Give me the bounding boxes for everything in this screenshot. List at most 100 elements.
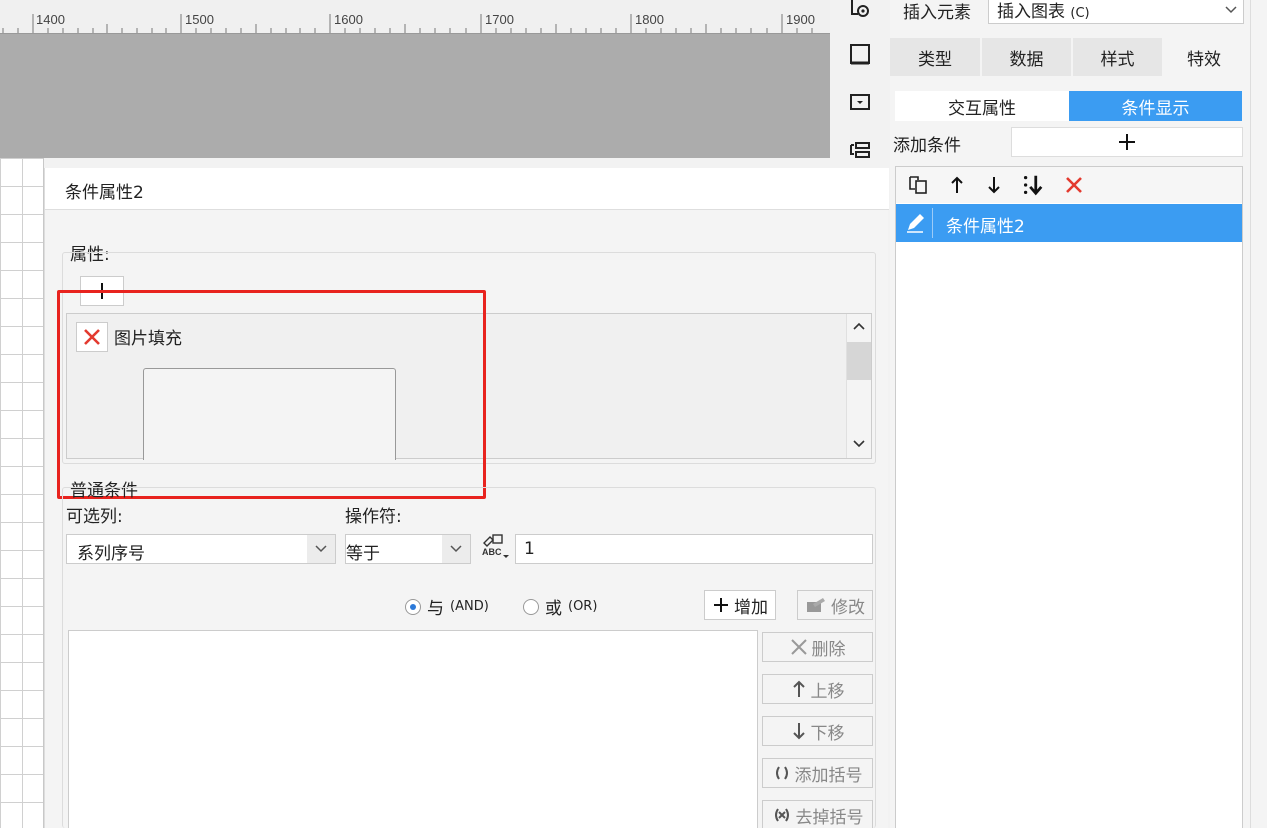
insert-chart-shortcut: (C) (1070, 6, 1090, 21)
operator-select[interactable]: 等于 (345, 534, 471, 564)
item-divider (932, 208, 933, 238)
value-type-button[interactable]: ABC (479, 531, 511, 563)
abc-type-icon: ABC (482, 534, 509, 558)
move-down-button[interactable]: 下移 (762, 716, 873, 746)
scroll-up-button[interactable] (851, 318, 867, 334)
and-radio-label: 与 (427, 599, 444, 619)
bracket-icon (775, 766, 788, 780)
ruler-label: 1400 (36, 12, 65, 27)
ruler-ticks (2, 14, 813, 33)
add-bracket-button-label: 添加括号 (794, 765, 863, 786)
ruler-label: 1700 (485, 12, 514, 27)
remove-bracket-button[interactable]: 去掉括号 (762, 800, 873, 828)
property-list-scrollbar[interactable] (846, 314, 871, 458)
copy-condition-button[interactable] (906, 173, 930, 197)
dialog-header: 条件属性2 (45, 168, 889, 210)
delete-condition-button[interactable]: 删除 (762, 632, 873, 662)
close-icon (84, 329, 100, 345)
move-condition-down-button[interactable] (982, 173, 1006, 197)
plus-icon (1119, 134, 1135, 150)
arrow-up-icon (792, 680, 805, 697)
condition-list-item[interactable]: 条件属性2 (896, 204, 1242, 242)
condition-value-input[interactable]: 1 (515, 534, 873, 564)
add-bracket-button[interactable]: 添加括号 (762, 758, 873, 788)
delete-property-button[interactable] (76, 322, 108, 352)
operator-field-label: 操作符: (345, 507, 402, 527)
right-property-panel: 插入元素 插入图表 (C) 类型 数据 样式 特效 交互属性 条件显示 添加条件 (890, 0, 1267, 828)
svg-text:ABC: ABC (482, 547, 502, 557)
delete-button-label: 删除 (811, 639, 846, 660)
cell-element-icon (851, 0, 869, 17)
tab-condition-display[interactable]: 条件显示 (1069, 91, 1242, 121)
close-icon (1066, 177, 1082, 193)
arrow-down-icon (792, 723, 805, 740)
tab-data[interactable]: 数据 (982, 38, 1071, 76)
remove-bracket-button-label: 去掉括号 (795, 807, 864, 828)
move-condition-up-button[interactable] (945, 173, 969, 197)
modify-button-label: 修改 (831, 597, 865, 618)
tab-type[interactable]: 类型 (890, 38, 980, 76)
widget-settings-button[interactable] (844, 0, 876, 26)
operator-select-value: 等于 (346, 544, 380, 564)
modify-icon (807, 598, 825, 612)
column-field-label: 可选列: (66, 507, 123, 527)
scroll-down-button[interactable] (851, 436, 867, 452)
add-condition-button[interactable] (1011, 127, 1243, 157)
chevron-down-icon (307, 535, 335, 563)
modify-button[interactable]: 修改 (797, 590, 873, 620)
tab-effects[interactable]: 特效 (1164, 38, 1244, 76)
sheet-grid[interactable] (0, 158, 44, 828)
insert-chart-value: 插入图表 (997, 2, 1065, 22)
image-fill-preview[interactable] (143, 368, 396, 460)
condition-list-panel: 条件属性2 (895, 166, 1243, 828)
column-select[interactable]: 系列序号 (66, 534, 336, 564)
and-radio[interactable] (405, 598, 421, 615)
scroll-thumb[interactable] (847, 342, 871, 380)
and-radio-sub: (AND) (450, 599, 489, 614)
move-up-button[interactable]: 上移 (762, 674, 873, 704)
chart-canvas[interactable] (0, 34, 830, 158)
add-condition-item-button[interactable]: 增加 (704, 590, 776, 620)
layers-icon (850, 142, 870, 158)
insert-chart-select[interactable]: 插入图表 (C) (988, 0, 1244, 24)
or-radio[interactable] (523, 598, 539, 615)
horizontal-ruler: 1400 1500 1600 1700 1800 1900 (0, 0, 830, 34)
delete-condition-item-button[interactable] (1062, 173, 1086, 197)
layer-button[interactable] (844, 134, 876, 166)
condition-list[interactable] (68, 630, 758, 828)
add-property-button[interactable] (80, 276, 124, 306)
add-condition-label: 添加条件 (893, 136, 961, 156)
chevron-down-icon (853, 440, 865, 448)
move-up-button-label: 上移 (810, 681, 845, 702)
ruler-label: 1900 (786, 12, 815, 27)
square-icon (850, 44, 870, 65)
arrow-up-icon (951, 176, 963, 193)
tab-style[interactable]: 样式 (1073, 38, 1162, 76)
insert-element-label: 插入元素 (903, 3, 971, 23)
sort-condition-button[interactable] (1021, 173, 1045, 197)
edit-icon[interactable] (902, 210, 928, 236)
float-element-button[interactable] (844, 86, 876, 118)
ruler-label: 1500 (185, 12, 214, 27)
arrow-down-icon (988, 177, 1000, 194)
condition-item-label: 条件属性2 (946, 217, 1025, 237)
chevron-down-icon (1225, 0, 1237, 19)
add-button-label: 增加 (734, 597, 768, 618)
sort-icon (1023, 175, 1043, 196)
property-item-label: 图片填充 (114, 329, 182, 349)
panel-scrollbar[interactable] (1250, 0, 1267, 828)
plus-icon (714, 598, 728, 612)
or-radio-option[interactable]: 或 (OR) (523, 594, 597, 619)
ruler-label: 1600 (334, 12, 363, 27)
remove-bracket-icon (774, 808, 789, 822)
dialog-title: 条件属性2 (65, 183, 144, 203)
or-radio-label: 或 (545, 599, 562, 619)
copy-icon (909, 176, 927, 194)
tab-interaction-properties[interactable]: 交互属性 (895, 91, 1069, 121)
cell-attribute-button[interactable] (844, 38, 876, 70)
and-radio-option[interactable]: 与 (AND) (405, 594, 489, 619)
condition-toolbar (896, 167, 1242, 203)
column-select-value: 系列序号 (77, 544, 145, 564)
ruler-label: 1800 (635, 12, 664, 27)
or-radio-sub: (OR) (568, 599, 598, 614)
